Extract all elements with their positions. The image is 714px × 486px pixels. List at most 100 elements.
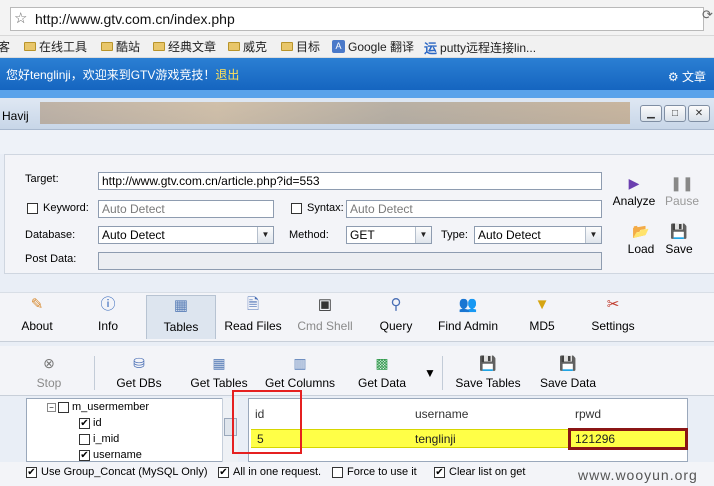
clear-list-option[interactable]: ✔ Clear list on get	[434, 466, 525, 478]
tree-checkbox[interactable]	[58, 401, 69, 413]
tab-label: Info	[97, 319, 118, 333]
get-tables-button[interactable]: ▦ Get Tables	[184, 354, 254, 390]
tree-label: i_mid	[93, 433, 120, 445]
bookmark-item[interactable]: 目标	[281, 38, 320, 55]
bookmark-item[interactable]: 运 putty远程连接lin...	[424, 38, 536, 57]
bookmark-item[interactable]: A Google 翻译	[332, 38, 414, 55]
keyword-input[interactable]: Auto Detect	[98, 200, 274, 218]
tree-node[interactable]: − m_usermember	[47, 401, 149, 416]
reload-icon[interactable]: ⟳	[702, 7, 714, 29]
panel-gap	[0, 130, 714, 154]
tree-node[interactable]: ✔ id	[79, 417, 102, 432]
caret-down-icon: ▼	[424, 366, 436, 380]
syntax-input[interactable]: Auto Detect	[346, 200, 602, 218]
folder-icon	[24, 42, 36, 51]
tree-checkbox[interactable]: ✔	[79, 417, 90, 429]
bookmark-label: Google 翻译	[348, 40, 415, 54]
chevron-down-icon[interactable]: ▼	[257, 227, 273, 243]
checkbox[interactable]: ✔	[434, 466, 445, 478]
load-button[interactable]: 📂 Load	[621, 223, 661, 256]
get-columns-label: Get Columns	[264, 376, 336, 390]
tree-label: username	[93, 449, 142, 461]
bookmark-item[interactable]: 经典文章	[153, 38, 216, 55]
url-field[interactable]: ☆ http://www.gtv.com.cn/index.php	[10, 7, 704, 31]
tree-node[interactable]: i_mid	[79, 433, 119, 448]
bookmark-item[interactable]: 在线工具	[24, 38, 87, 55]
floppy-icon: 💾	[559, 355, 577, 371]
grid-header-username[interactable]: username	[415, 407, 468, 421]
get-data-dropdown[interactable]: ▼	[420, 366, 440, 380]
close-button[interactable]: ✕	[688, 105, 710, 122]
tab-md5[interactable]: ▼ MD5	[520, 295, 564, 339]
stop-button[interactable]: ⊗ Stop	[28, 354, 70, 390]
save-data-button[interactable]: 💾 Save Data	[536, 354, 600, 390]
logout-link[interactable]: 退出	[215, 68, 239, 82]
option-label: Clear list on get	[449, 466, 526, 478]
tree-checkbox[interactable]: ✔	[79, 449, 90, 461]
get-data-button[interactable]: ▩ Get Data	[350, 354, 414, 390]
analyze-label: Analyze	[612, 194, 656, 208]
syntax-checkbox[interactable]	[291, 203, 302, 214]
welcome-message: 您好tenglinji，欢迎来到GTV游戏竞技！	[6, 68, 216, 82]
chevron-down-icon[interactable]: ▼	[585, 227, 601, 243]
tab-info[interactable]: ⓘ Info	[84, 295, 132, 339]
welcome-text: 您好tenglinji，欢迎来到GTV游戏竞技！退出	[6, 66, 239, 83]
postdata-input[interactable]	[98, 252, 602, 270]
cell-username: tenglinji	[415, 432, 456, 446]
target-panel: Target: http://www.gtv.com.cn/article.ph…	[4, 154, 714, 274]
tables-icon: ▦	[173, 297, 189, 314]
banner-image	[40, 102, 630, 124]
checkbox[interactable]: ✔	[218, 466, 229, 478]
get-columns-button[interactable]: ▥ Get Columns	[260, 354, 340, 390]
type-select[interactable]: Auto Detect ▼	[474, 226, 602, 244]
bookmark-item[interactable]: 客	[0, 38, 10, 55]
minimize-button[interactable]: ▁	[640, 105, 662, 122]
tab-label: Settings	[591, 319, 635, 333]
save-tables-button[interactable]: 💾 Save Tables	[450, 354, 526, 390]
maximize-button[interactable]: □	[664, 105, 686, 122]
putty-icon: 运	[424, 41, 438, 56]
pause-button[interactable]: ❚❚ Pause	[661, 175, 703, 208]
bookmark-label: 酷站	[116, 40, 141, 54]
force-option[interactable]: Force to use it	[332, 466, 417, 478]
bookmark-item[interactable]: 威克	[228, 38, 267, 55]
tab-tables[interactable]: ▦ Tables	[146, 295, 216, 339]
lang-label: 文章	[681, 70, 706, 84]
syntax-label: Syntax:	[307, 202, 344, 214]
md5-icon: ▼	[534, 296, 550, 313]
bookmark-star-icon[interactable]: ☆	[14, 9, 27, 27]
save-button[interactable]: 💾 Save	[659, 223, 699, 256]
group-concat-option[interactable]: ✔ Use Group_Concat (MySQL Only)	[26, 466, 207, 478]
checkbox[interactable]: ✔	[26, 466, 37, 478]
chevron-down-icon[interactable]: ▼	[415, 227, 431, 243]
tree-checkbox[interactable]	[79, 433, 90, 445]
tab-label: About	[21, 319, 53, 333]
tab-read-files[interactable]: 🗎 Read Files	[222, 295, 284, 339]
analyze-button[interactable]: ▶ Analyze	[609, 175, 659, 208]
folder-icon	[101, 42, 113, 51]
tab-label: Find Admin	[437, 319, 499, 333]
grid-header-rpwd[interactable]: rpwd	[575, 407, 601, 421]
tree-node[interactable]: ✔ username	[79, 449, 142, 461]
get-dbs-button[interactable]: ⛁ Get DBs	[110, 354, 168, 390]
get-tables-label: Get Tables	[190, 376, 248, 390]
all-in-one-option[interactable]: ✔ All in one request.	[218, 466, 321, 478]
bookmark-item[interactable]: 酷站	[101, 38, 140, 55]
collapse-icon[interactable]: −	[47, 402, 56, 412]
checkbox[interactable]	[332, 466, 343, 478]
tab-settings[interactable]: ✂ Settings	[584, 295, 642, 339]
type-value: Auto Detect	[478, 228, 541, 242]
tab-find-admin[interactable]: 👥 Find Admin	[434, 295, 502, 339]
target-input[interactable]: http://www.gtv.com.cn/article.php?id=553	[98, 172, 602, 190]
tab-query[interactable]: ⚲ Query	[372, 295, 420, 339]
toolbar-separator	[442, 356, 443, 390]
lang-switch[interactable]: ⚙ 文章	[668, 68, 706, 85]
browser-address-bar: ☆ http://www.gtv.com.cn/index.php ⟳	[0, 0, 714, 36]
keyword-checkbox[interactable]	[27, 203, 38, 214]
schema-tree[interactable]: − m_usermember ✔ id i_mid ✔ username	[26, 398, 238, 462]
tab-about[interactable]: ✎ About	[10, 295, 64, 339]
tab-cmd-shell[interactable]: ▣ Cmd Shell	[294, 295, 356, 339]
method-select[interactable]: GET ▼	[346, 226, 432, 244]
url-text: http://www.gtv.com.cn/index.php	[35, 11, 235, 27]
database-select[interactable]: Auto Detect ▼	[98, 226, 274, 244]
